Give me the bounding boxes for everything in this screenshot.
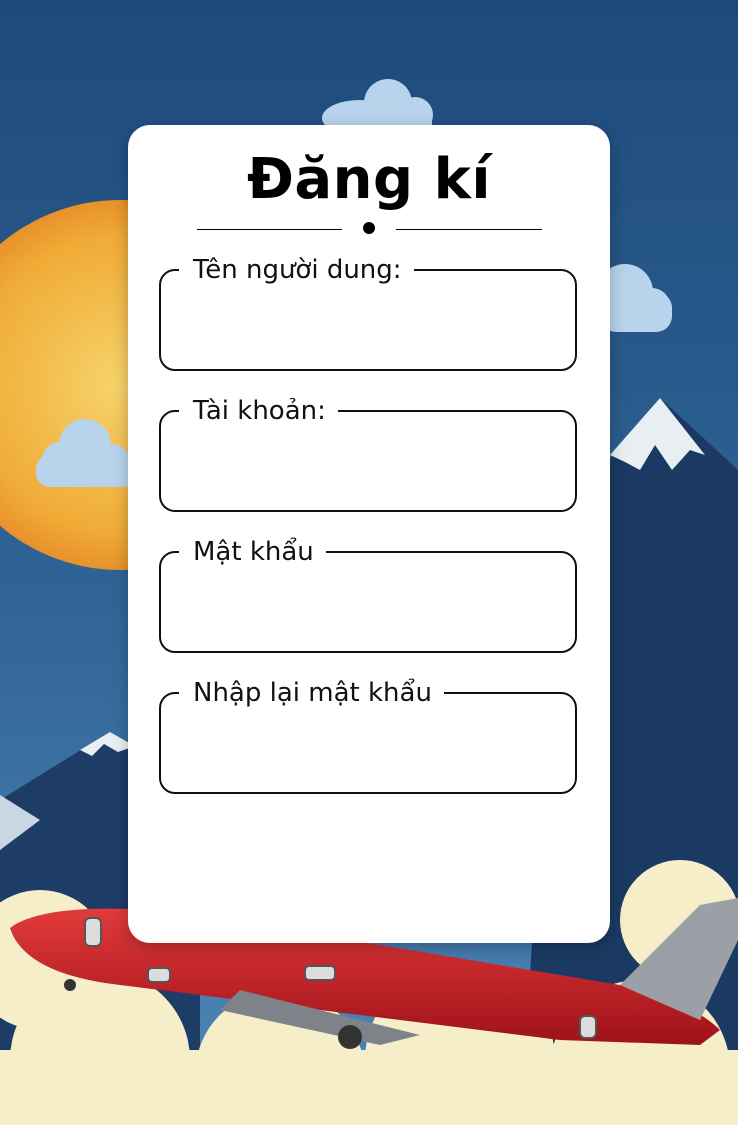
confirm-password-input[interactable] [175, 714, 561, 780]
account-label: Tài khoản: [179, 396, 338, 426]
account-field[interactable]: Tài khoản: [159, 396, 577, 512]
username-input[interactable] [175, 291, 561, 357]
password-label: Mật khẩu [179, 537, 326, 567]
page-title: Đăng kí [246, 147, 492, 212]
password-input[interactable] [175, 573, 561, 639]
account-input[interactable] [175, 432, 561, 498]
register-card [128, 125, 610, 943]
title-divider-right [396, 229, 542, 230]
confirm-password-field[interactable]: Nhập lại mật khẩu [159, 678, 577, 794]
title-divider-dot [363, 222, 375, 234]
confirm-password-label: Nhập lại mật khẩu [179, 678, 444, 708]
username-label: Tên người dung: [179, 255, 414, 285]
title-divider-left [197, 229, 342, 230]
password-field[interactable]: Mật khẩu [159, 537, 577, 653]
username-field[interactable]: Tên người dung: [159, 255, 577, 371]
